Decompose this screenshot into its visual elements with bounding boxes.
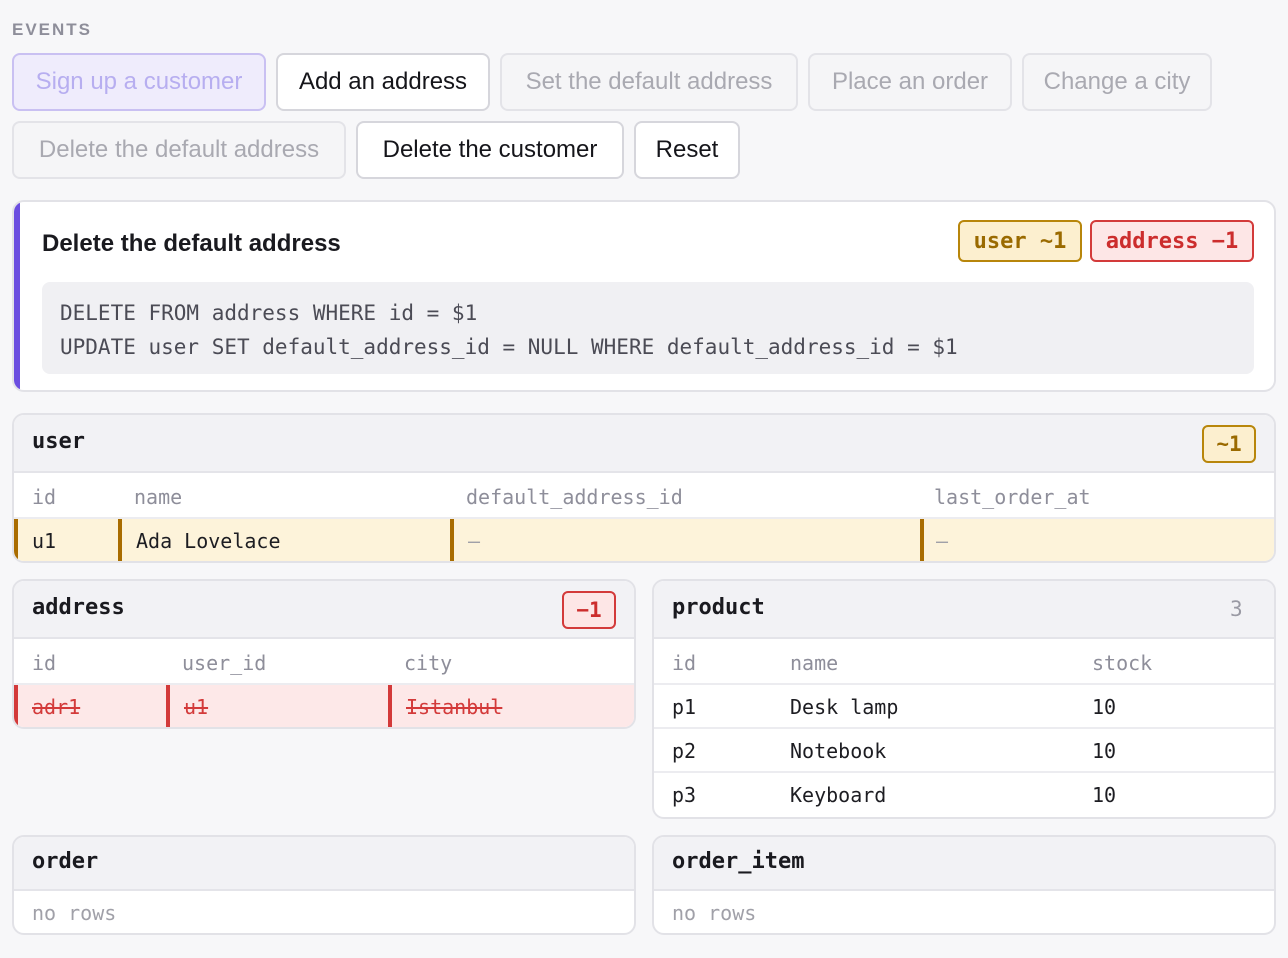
column-header-row: id user_id city — [14, 641, 634, 685]
user-change-tag: user ~1 — [958, 220, 1082, 262]
table-row: p3 Keyboard 10 — [654, 773, 1274, 817]
column-header: id — [32, 651, 57, 675]
sign-up-customer-button[interactable]: Sign up a customer — [12, 53, 266, 111]
table-name: order — [32, 849, 99, 874]
table-cell: Ada Lovelace — [118, 519, 281, 561]
table-cell: u1 — [166, 685, 208, 727]
product-table-panel: product 3 id name stock p1 Desk lamp 10 … — [652, 579, 1276, 819]
table-row: u1 Ada Lovelace — — — [14, 519, 1274, 561]
user-table-header: user ~1 — [14, 415, 1274, 473]
table-row: p1 Desk lamp 10 — [654, 685, 1274, 729]
table-cell: p1 — [672, 695, 697, 719]
sql-code-block: DELETE FROM address WHERE id = $1 UPDATE … — [42, 282, 1254, 374]
table-name: user — [32, 429, 85, 454]
events-label: EVENTS — [12, 20, 93, 39]
table-cell: u1 — [14, 519, 56, 561]
sql-line: UPDATE user SET default_address_id = NUL… — [60, 335, 958, 359]
card-accent-bar — [14, 202, 20, 390]
change-badge: −1 — [562, 591, 616, 629]
column-header-row: id name default_address_id last_order_at — [14, 475, 1274, 519]
address-change-tag: address −1 — [1090, 220, 1254, 262]
change-badge: ~1 — [1202, 425, 1256, 463]
table-name: address — [32, 595, 125, 620]
column-header: user_id — [182, 651, 267, 675]
table-cell: Keyboard — [790, 783, 887, 807]
table-name: order_item — [672, 849, 805, 874]
table-name: product — [672, 595, 765, 620]
empty-state: no rows — [32, 901, 117, 925]
table-cell: Istanbul — [388, 685, 502, 727]
table-cell: 10 — [1092, 783, 1117, 807]
column-header-row: id name stock — [654, 641, 1274, 685]
order-item-table-header: order_item — [654, 837, 1274, 891]
current-event-title: Delete the default address — [42, 230, 341, 257]
column-header: id — [672, 651, 697, 675]
empty-state: no rows — [672, 901, 757, 925]
order-item-table-panel: order_item no rows — [652, 835, 1276, 935]
change-city-button[interactable]: Change a city — [1022, 53, 1212, 111]
order-table-header: order — [14, 837, 634, 891]
table-row: p2 Notebook 10 — [654, 729, 1274, 773]
address-table-header: address −1 — [14, 581, 634, 639]
column-header: city — [404, 651, 453, 675]
reset-button[interactable]: Reset — [634, 121, 740, 179]
table-cell: Desk lamp — [790, 695, 899, 719]
table-cell: Notebook — [790, 739, 887, 763]
table-row: adr1 u1 Istanbul — [14, 685, 634, 727]
place-order-button[interactable]: Place an order — [808, 53, 1012, 111]
column-header: id — [32, 485, 57, 509]
table-cell: — — [450, 519, 480, 561]
address-table-panel: address −1 id user_id city adr1 u1 Istan… — [12, 579, 636, 729]
column-header: name — [790, 651, 839, 675]
delete-default-address-button[interactable]: Delete the default address — [12, 121, 346, 179]
table-cell: — — [920, 519, 948, 561]
column-header: stock — [1092, 651, 1153, 675]
user-table-panel: user ~1 id name default_address_id last_… — [12, 413, 1276, 563]
current-event-card: Delete the default address user ~1 addre… — [12, 200, 1276, 392]
table-cell: 10 — [1092, 695, 1117, 719]
delete-customer-button[interactable]: Delete the customer — [356, 121, 624, 179]
order-table-panel: order no rows — [12, 835, 636, 935]
column-header: default_address_id — [466, 485, 683, 509]
product-table-header: product 3 — [654, 581, 1274, 639]
column-header: last_order_at — [934, 485, 1091, 509]
table-cell: p3 — [672, 783, 697, 807]
table-cell: adr1 — [14, 685, 80, 727]
row-count: 3 — [1230, 597, 1243, 621]
column-header: name — [134, 485, 183, 509]
table-cell: p2 — [672, 739, 697, 763]
set-default-address-button[interactable]: Set the default address — [500, 53, 798, 111]
table-cell: 10 — [1092, 739, 1117, 763]
add-address-button[interactable]: Add an address — [276, 53, 490, 111]
sql-line: DELETE FROM address WHERE id = $1 — [60, 301, 478, 325]
